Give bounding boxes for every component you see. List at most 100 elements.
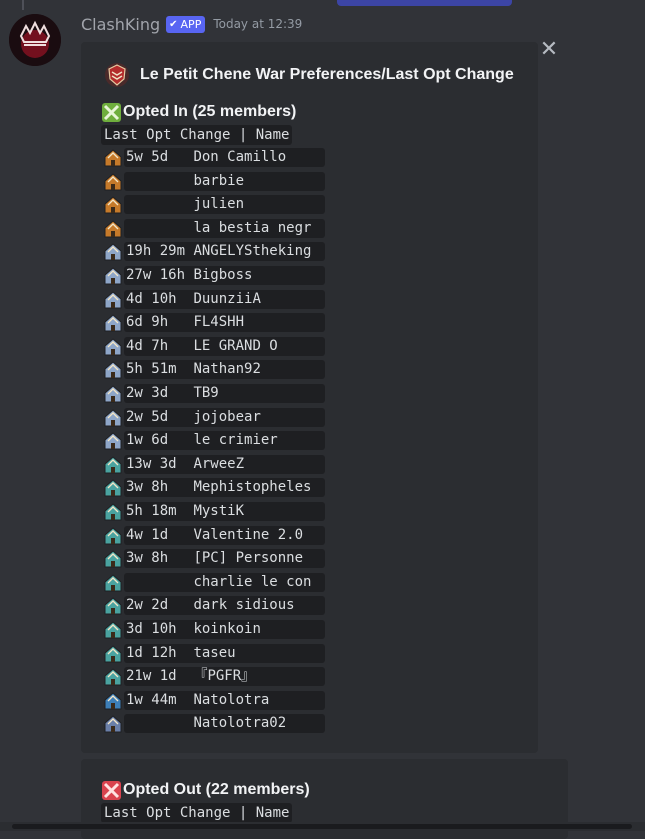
opted-in-header: Opted In (25 members) — [102, 101, 296, 123]
member-row: 6d 9h FL4SHH — [102, 312, 325, 332]
town-hall-icon — [104, 527, 122, 545]
member-cell: 6d 9h FL4SHH — [124, 312, 325, 332]
member-opt-time: 3w 8h — [126, 549, 186, 566]
member-row: 27w 16h Bigboss — [102, 265, 325, 285]
member-opt-time: 4d 10h — [126, 290, 186, 307]
member-cell: 3d 10h koinkoin — [124, 619, 325, 639]
username[interactable]: ClashKing — [81, 15, 160, 34]
crown-avatar-icon — [9, 14, 61, 66]
member-opt-time: 3w 8h — [126, 478, 186, 495]
town-hall-icon — [104, 621, 122, 639]
top-bar-fragment — [337, 0, 512, 6]
town-hall-icon — [104, 338, 122, 356]
member-opt-time — [126, 196, 185, 212]
member-opt-time: 19h 29m — [126, 242, 186, 259]
opted-out-label: Opted Out (22 members) — [123, 781, 310, 798]
member-name: julien — [193, 195, 245, 212]
member-row: 1d 12h taseu — [102, 643, 325, 663]
app-badge-label: APP — [180, 17, 202, 31]
member-cell: 3w 8h [PC] Personne — [124, 548, 325, 568]
member-name: Bigboss — [193, 266, 253, 283]
member-name: [PC] Personne — [193, 549, 304, 566]
member-opt-time — [126, 173, 185, 189]
town-hall-icon — [104, 597, 122, 615]
member-cell: 5w 5d Don Camillo — [124, 147, 325, 167]
town-hall-icon — [104, 432, 122, 450]
member-name: jojobear — [193, 408, 261, 425]
member-cell: Natolotra02 — [124, 713, 325, 733]
message-header: ClashKing ✔ APP Today at 12:39 — [81, 13, 302, 35]
member-cell: 4d 7h LE GRAND O — [124, 336, 325, 356]
war-shield-icon — [105, 63, 129, 87]
member-row: 5h 18m MystiK — [102, 501, 325, 521]
member-row: Natolotra02 — [102, 713, 325, 733]
member-name: Don Camillo — [193, 148, 287, 165]
town-hall-icon — [104, 361, 122, 379]
member-row: 4d 10h DuunziiA — [102, 289, 325, 309]
member-opt-time: 1w 44m — [126, 691, 186, 708]
member-name: dark sidious — [193, 596, 295, 613]
member-row: 1w 44m Natolotra — [102, 690, 325, 710]
town-hall-icon — [104, 574, 122, 592]
green-crossed-swords-icon — [102, 102, 121, 122]
bot-avatar[interactable] — [9, 14, 61, 66]
member-cell: 2w 5d jojobear — [124, 407, 325, 427]
member-name: LE GRAND O — [193, 337, 278, 354]
member-name: MystiK — [193, 502, 245, 519]
member-opt-time: 6d 9h — [126, 313, 186, 330]
town-hall-icon — [104, 196, 122, 214]
member-cell: 27w 16h Bigboss — [124, 265, 325, 285]
town-hall-icon — [104, 715, 122, 733]
member-name: Mephistopheles — [193, 478, 312, 495]
member-opt-time — [126, 220, 185, 236]
member-cell: barbie — [124, 171, 325, 191]
member-opt-time: 4w 1d — [126, 526, 186, 543]
member-opt-time — [126, 574, 185, 590]
member-opt-time: 13w 3d — [126, 455, 186, 472]
member-name: koinkoin — [193, 620, 261, 637]
member-cell: 4w 1d Valentine 2.0 — [124, 525, 325, 545]
member-row: 2w 5d jojobear — [102, 407, 325, 427]
member-row: 4w 1d Valentine 2.0 — [102, 525, 325, 545]
member-row: 1w 6d le crimier — [102, 430, 325, 450]
member-name: ANGELYStheking — [193, 242, 312, 259]
close-icon[interactable]: ✕ — [539, 38, 559, 62]
member-name: TB9 — [193, 384, 219, 401]
member-cell: 13w 3d ArweeZ — [124, 454, 325, 474]
town-hall-icon — [104, 409, 122, 427]
member-opt-time: 1w 6d — [126, 431, 186, 448]
member-opt-time: 5w 5d — [126, 148, 186, 165]
town-hall-icon — [104, 503, 122, 521]
town-hall-icon — [104, 149, 122, 167]
member-cell: la bestia negr — [124, 218, 325, 238]
member-name: Valentine 2.0 — [193, 526, 304, 543]
scrollbar-thumb[interactable] — [12, 824, 632, 829]
member-name: 『PGFR』 — [193, 667, 256, 684]
member-row: 21w 1d 『PGFR』 — [102, 666, 325, 686]
thread-line — [22, 0, 24, 10]
town-hall-icon — [104, 291, 122, 309]
opted-out-column-header: Last Opt Change | Name — [101, 803, 293, 823]
member-cell: 21w 1d 『PGFR』 — [124, 666, 325, 686]
member-cell: julien — [124, 194, 325, 214]
town-hall-icon — [104, 645, 122, 663]
member-opt-time: 5h 18m — [126, 502, 186, 519]
check-icon: ✔ — [169, 18, 178, 30]
member-cell: 5h 51m Nathan92 — [124, 359, 325, 379]
member-opt-time: 21w 1d — [126, 667, 186, 684]
member-opt-time — [126, 715, 185, 731]
town-hall-icon — [104, 243, 122, 261]
town-hall-icon — [104, 173, 122, 191]
member-cell: 5h 18m MystiK — [124, 501, 325, 521]
member-cell: 1w 44m Natolotra — [124, 690, 325, 710]
red-crossed-swords-icon — [102, 780, 121, 800]
town-hall-icon — [104, 314, 122, 332]
town-hall-icon — [104, 692, 122, 710]
member-row: 19h 29m ANGELYStheking — [102, 241, 325, 261]
member-row: 4d 7h LE GRAND O — [102, 336, 325, 356]
member-name: ArweeZ — [193, 455, 245, 472]
timestamp[interactable]: Today at 12:39 — [213, 17, 302, 31]
member-row: 5h 51m Nathan92 — [102, 359, 325, 379]
town-hall-icon — [104, 220, 122, 238]
member-name: FL4SHH — [193, 313, 245, 330]
